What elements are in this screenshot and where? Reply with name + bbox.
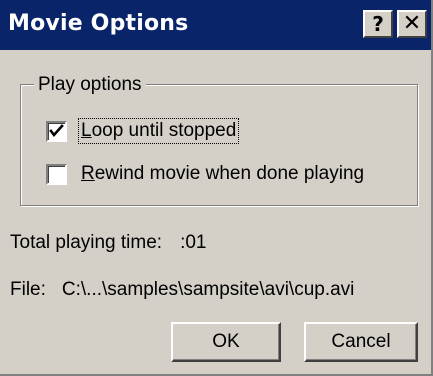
cancel-button[interactable]: Cancel <box>304 322 418 362</box>
play-options-group <box>20 84 418 206</box>
file-label: File: <box>10 279 46 300</box>
total-playing-time-label: Total playing time: <box>10 232 163 253</box>
help-icon: ? <box>372 12 384 36</box>
movie-options-dialog: Movie Options ? ✕ Play options Loop unti… <box>0 0 433 376</box>
close-icon: ✕ <box>402 11 422 36</box>
window-title: Movie Options <box>8 11 189 36</box>
file-path-row: File: C:\...\samples\sampsite\avi\cup.avi <box>10 279 354 301</box>
play-options-legend: Play options <box>34 74 146 96</box>
rewind-label-mnemonic: R <box>81 163 95 184</box>
title-bar[interactable]: Movie Options ? ✕ <box>0 0 431 50</box>
total-playing-time-value: :01 <box>180 232 207 253</box>
close-button[interactable]: ✕ <box>397 10 427 38</box>
loop-label[interactable]: Loop until stopped <box>77 118 240 144</box>
loop-until-stopped-option[interactable]: Loop until stopped <box>46 118 240 144</box>
rewind-label-text: ewind movie when done playing <box>94 163 365 184</box>
ok-button[interactable]: OK <box>171 322 281 362</box>
help-button[interactable]: ? <box>363 10 393 38</box>
checkmark-icon <box>49 123 64 137</box>
loop-label-mnemonic: L <box>81 120 92 141</box>
loop-label-text: oop until stopped <box>91 120 237 141</box>
file-path-value: C:\...\samples\sampsite\avi\cup.avi <box>61 279 355 300</box>
total-playing-time-row: Total playing time: :01 <box>10 232 207 254</box>
rewind-label[interactable]: Rewind movie when done playing <box>79 162 366 186</box>
rewind-checkbox[interactable] <box>46 163 67 185</box>
loop-checkbox[interactable] <box>46 120 67 142</box>
rewind-movie-option[interactable]: Rewind movie when done playing <box>46 161 366 187</box>
